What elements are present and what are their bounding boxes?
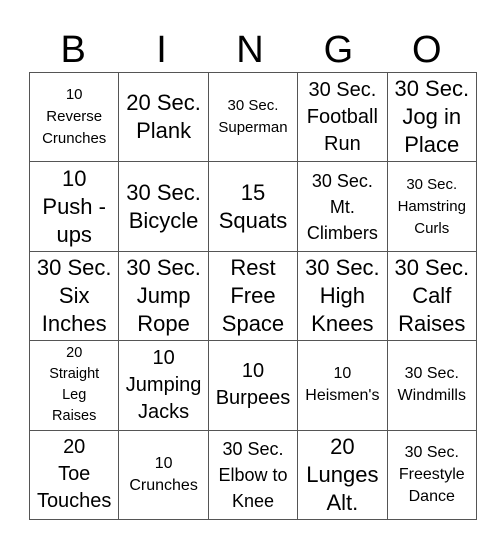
- cell-text: 20 Toe Touches: [36, 436, 112, 513]
- cell-text: 30 Sec. Jump Rope: [126, 254, 201, 336]
- bingo-cell[interactable]: 30 Sec. Bicycle: [118, 161, 209, 252]
- cell-text: Rest Free Space: [221, 254, 285, 336]
- bingo-cell[interactable]: 30 Sec. Jog in Place: [386, 71, 477, 163]
- bingo-cell[interactable]: 30 Sec. Hamstring Curls: [386, 161, 477, 252]
- header-letter-b: B: [60, 29, 86, 71]
- cell-text: 10 Jumping Jacks: [125, 346, 202, 423]
- cell-text: 30 Sec. Football Run: [306, 78, 378, 155]
- bingo-cell[interactable]: 20 Straight Leg Raises: [28, 340, 120, 431]
- bingo-cell[interactable]: 30 Sec. Freestyle Dance: [386, 429, 477, 520]
- bingo-cell[interactable]: 30 Sec. Jump Rope: [118, 250, 209, 342]
- board-row: 10 Push - ups 30 Sec. Bicycle 15 Squats …: [28, 161, 477, 252]
- cell-text: 30 Sec. High Knees: [305, 254, 380, 336]
- cell-text: 30 Sec. Jog in Place: [394, 76, 470, 158]
- header-letter-o: O: [411, 29, 442, 71]
- cell-text: 20 Sec. Plank: [126, 90, 201, 144]
- bingo-cell[interactable]: 20 Sec. Plank: [118, 71, 209, 163]
- cell-text: 20 Straight Leg Raises: [49, 345, 100, 425]
- bingo-cell[interactable]: 30 Sec. High Knees: [297, 250, 388, 342]
- cell-text: 10 Push - ups: [42, 165, 106, 247]
- cell-text: 30 Sec. Calf Raises: [394, 254, 470, 336]
- bingo-cell[interactable]: 10 Burpees: [207, 340, 299, 431]
- bingo-cell[interactable]: 20 Lunges Alt.: [297, 429, 388, 520]
- cell-text: 10 Crunches: [129, 454, 198, 494]
- bingo-cell[interactable]: 10 Heismen's: [297, 340, 388, 431]
- cell-text: 30 Sec. Bicycle: [126, 179, 201, 233]
- bingo-cell[interactable]: 30 Sec. Six Inches: [28, 250, 120, 342]
- cell-text: 20 Lunges Alt.: [306, 433, 379, 515]
- bingo-cell[interactable]: 10 Push - ups: [28, 161, 120, 252]
- bingo-cell[interactable]: 20 Toe Touches: [28, 429, 120, 520]
- board-row: 30 Sec. Six Inches 30 Sec. Jump Rope Res…: [28, 250, 477, 342]
- bingo-board: 10 Reverse Crunches 20 Sec. Plank 30 Sec…: [28, 71, 477, 520]
- bingo-cell[interactable]: 30 Sec. Mt. Climbers: [297, 161, 388, 252]
- bingo-cell[interactable]: 30 Sec. Calf Raises: [386, 250, 477, 342]
- bingo-cell[interactable]: 30 Sec. Football Run: [297, 71, 388, 163]
- cell-text: 30 Sec. Elbow to Knee: [218, 438, 288, 511]
- board-row: 20 Straight Leg Raises 10 Jumping Jacks …: [28, 340, 477, 431]
- header-letter-g: G: [323, 29, 354, 71]
- cell-text: 10 Burpees: [215, 360, 291, 410]
- bingo-cell[interactable]: 10 Crunches: [118, 429, 209, 520]
- cell-text: 10 Reverse Crunches: [42, 86, 107, 148]
- cell-text: 30 Sec. Mt. Climbers: [306, 170, 378, 243]
- bingo-cell[interactable]: 10 Jumping Jacks: [118, 340, 209, 431]
- bingo-cell[interactable]: 15 Squats: [207, 161, 299, 252]
- bingo-cell[interactable]: 10 Reverse Crunches: [28, 71, 120, 163]
- bingo-cell[interactable]: 30 Sec. Elbow to Knee: [207, 429, 299, 520]
- header-letter-n: N: [236, 29, 264, 71]
- cell-text: 30 Sec. Superman: [218, 97, 288, 137]
- board-row: 20 Toe Touches 10 Crunches 30 Sec. Elbow…: [28, 429, 477, 520]
- bingo-cell[interactable]: 30 Sec. Superman: [207, 71, 299, 163]
- bingo-header: B I N G O: [29, 28, 471, 72]
- cell-text: 30 Sec. Hamstring Curls: [397, 175, 466, 237]
- bingo-cell-free-space[interactable]: Rest Free Space: [207, 250, 299, 342]
- header-letter-i: I: [156, 29, 167, 71]
- cell-text: 30 Sec. Freestyle Dance: [398, 443, 465, 505]
- cell-text: 30 Sec. Windmills: [397, 365, 466, 405]
- cell-text: 30 Sec. Six Inches: [36, 254, 112, 336]
- bingo-cell[interactable]: 30 Sec. Windmills: [386, 340, 477, 431]
- cell-text: 15 Squats: [218, 179, 288, 233]
- board-row: 10 Reverse Crunches 20 Sec. Plank 30 Sec…: [28, 71, 477, 163]
- cell-text: 10 Heismen's: [305, 365, 380, 405]
